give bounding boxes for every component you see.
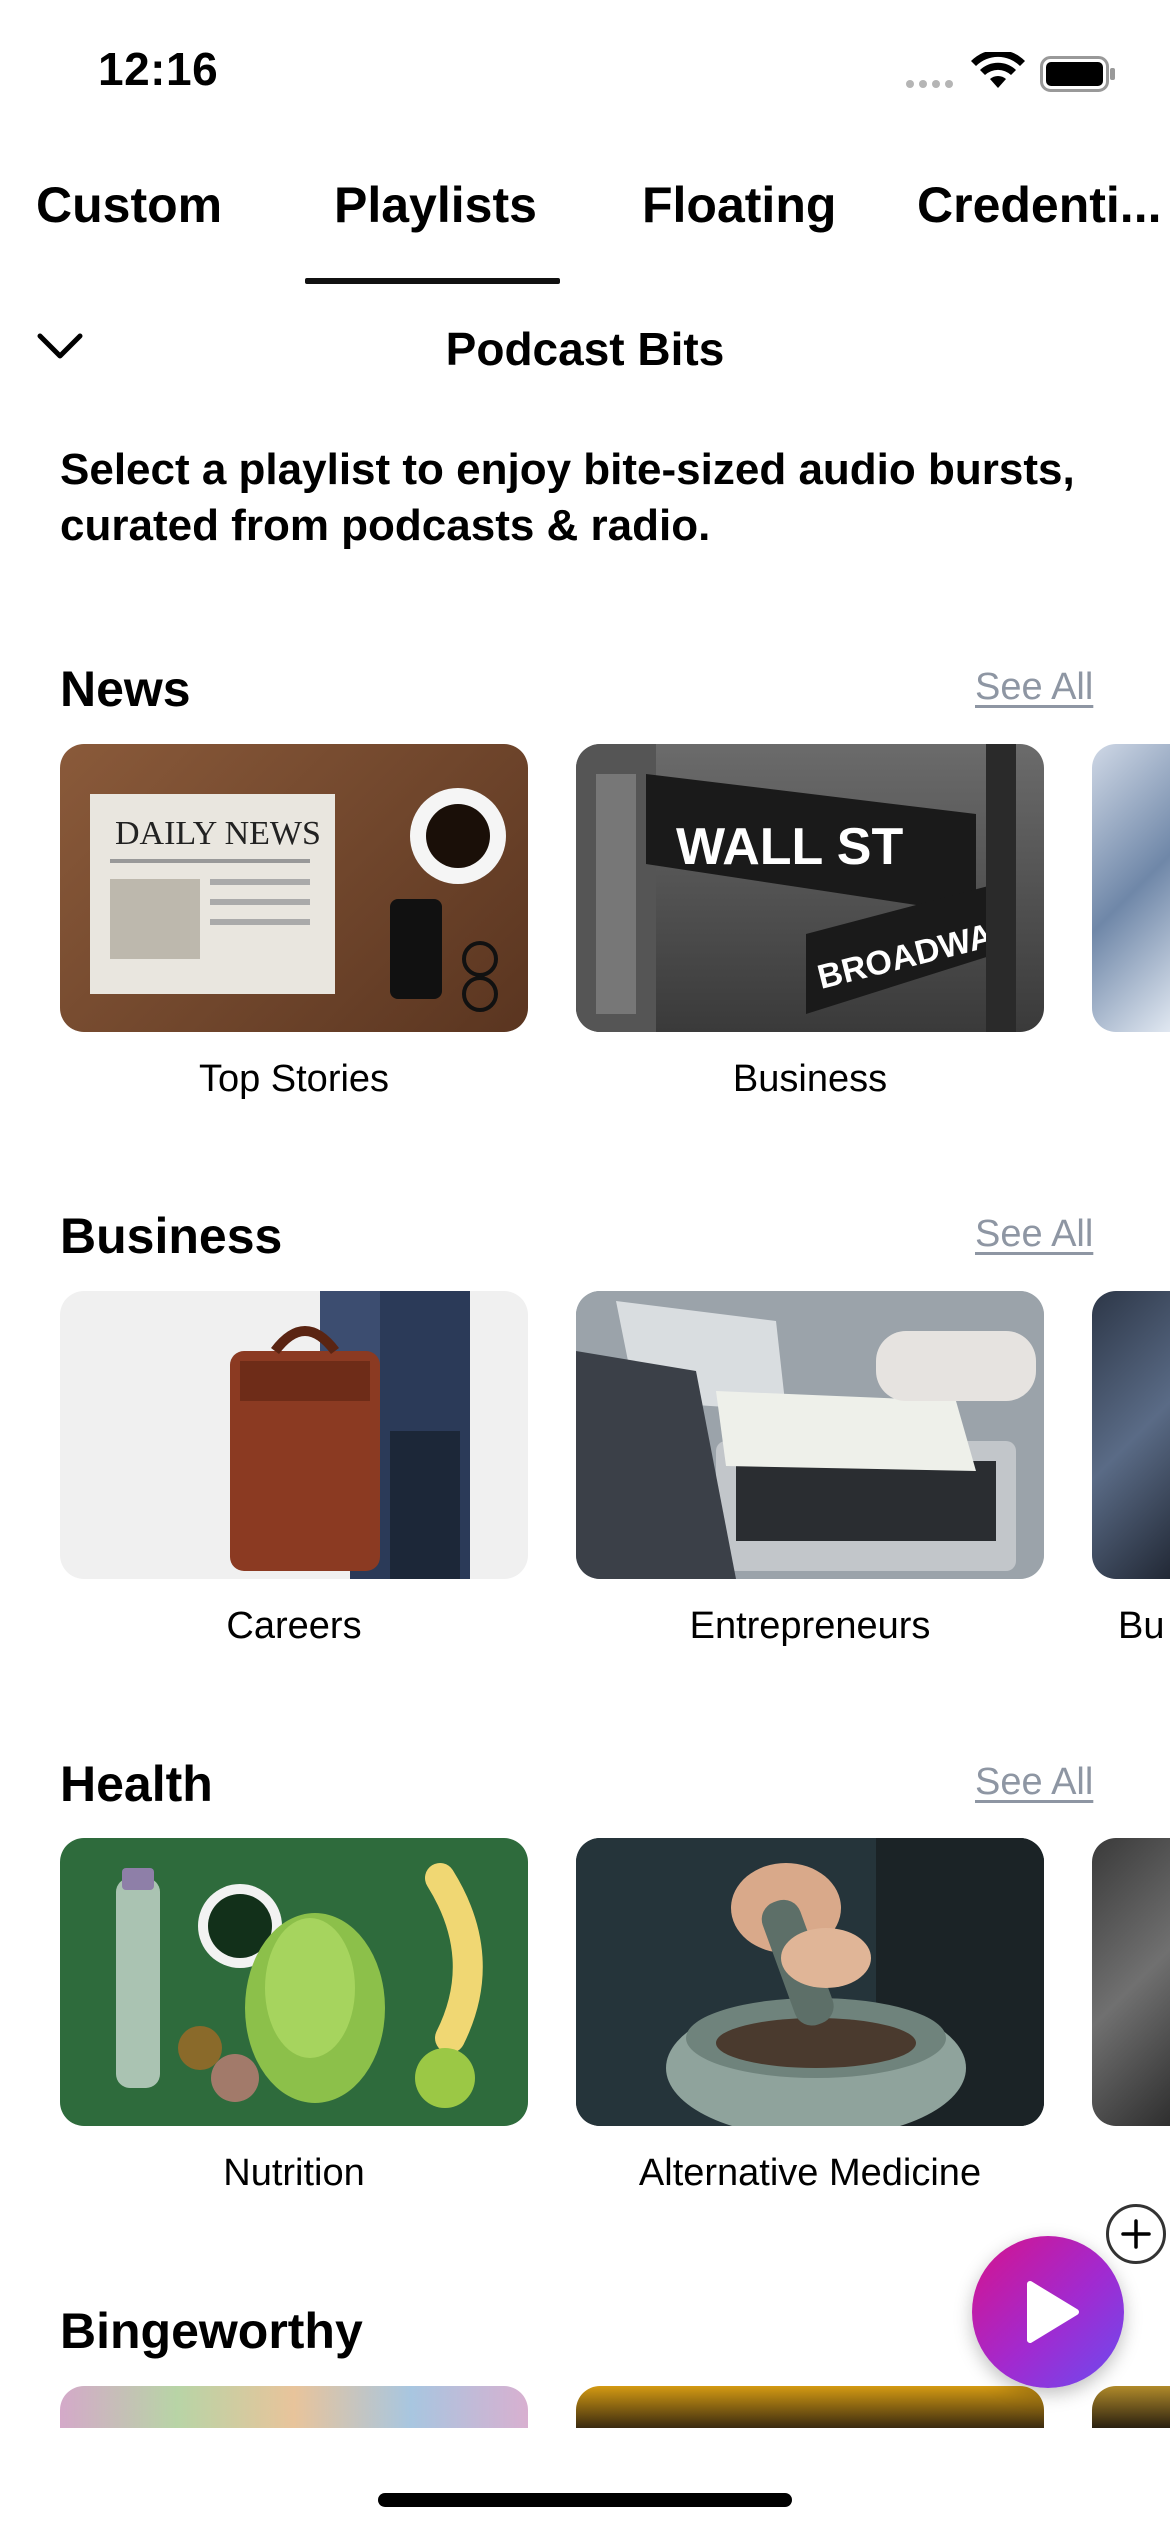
playlist-card-nutrition[interactable] [60,1838,528,2126]
playlist-card-entrepreneurs[interactable] [576,1291,1044,1579]
laptop-desk-image [576,1291,1044,1579]
tab-custom[interactable]: Custom [36,176,222,234]
playlist-card-top-stories[interactable]: DAILY NEWS [60,744,528,1032]
page-title: Podcast Bits [445,323,725,375]
mortar-pestle-image [576,1838,1044,2126]
playlist-label-partial: Bu [1118,1605,1165,1647]
chevron-down-icon[interactable] [36,330,84,364]
playlist-label-careers: Careers [226,1605,362,1647]
home-indicator [378,2493,792,2507]
section-title-business: Business [60,1208,283,1264]
wifi-icon [971,52,1025,88]
playlist-label-nutrition: Nutrition [223,2152,365,2194]
see-all-news-link[interactable]: See All [975,666,1093,709]
section-title-health: Health [60,1756,213,1812]
playlist-card-partial[interactable] [1092,1291,1170,1579]
see-all-health-link[interactable]: See All [975,1761,1093,1804]
status-time: 12:16 [98,43,219,95]
newspaper-image: DAILY NEWS [90,788,506,1012]
playlist-label-entrepreneurs: Entrepreneurs [689,1605,931,1647]
playlist-card-alternative-medicine[interactable] [576,1838,1044,2126]
tab-credentials[interactable]: Credenti... [917,176,1161,234]
playlist-card-bingeworthy-2[interactable] [576,2386,1044,2428]
playlist-card-business[interactable]: WALL ST BROADWAY [576,744,1044,1032]
tab-selected-indicator [305,278,560,284]
section-title-news: News [60,661,191,717]
tab-floating[interactable]: Floating [642,176,836,234]
play-icon [1027,2281,1079,2343]
playlist-label-top-stories: Top Stories [198,1058,390,1100]
section-title-bingeworthy: Bingeworthy [60,2303,363,2359]
battery-icon [1040,56,1115,92]
street-sign-image: WALL ST BROADWAY [576,744,1016,1032]
svg-text:WALL ST: WALL ST [676,818,903,876]
playlist-card-partial[interactable] [1092,1838,1170,2126]
playlist-card-partial[interactable] [1092,744,1170,1032]
playlist-card-bingeworthy-1[interactable] [60,2386,528,2428]
svg-text:DAILY NEWS: DAILY NEWS [115,815,321,852]
intro-text: Select a playlist to enjoy bite-sized au… [60,445,1075,550]
playlist-card-careers[interactable] [60,1291,528,1579]
briefcase-image [230,1291,470,1579]
playlist-label-business: Business [732,1058,888,1100]
see-all-business-link[interactable]: See All [975,1213,1093,1256]
play-button[interactable] [972,2236,1124,2388]
playlist-card-partial[interactable] [1092,2386,1170,2428]
tab-playlists[interactable]: Playlists [334,176,537,234]
playlist-label-alternative-medicine: Alternative Medicine [638,2152,982,2194]
healthy-food-image [116,1863,483,2108]
signal-icon [906,80,953,88]
